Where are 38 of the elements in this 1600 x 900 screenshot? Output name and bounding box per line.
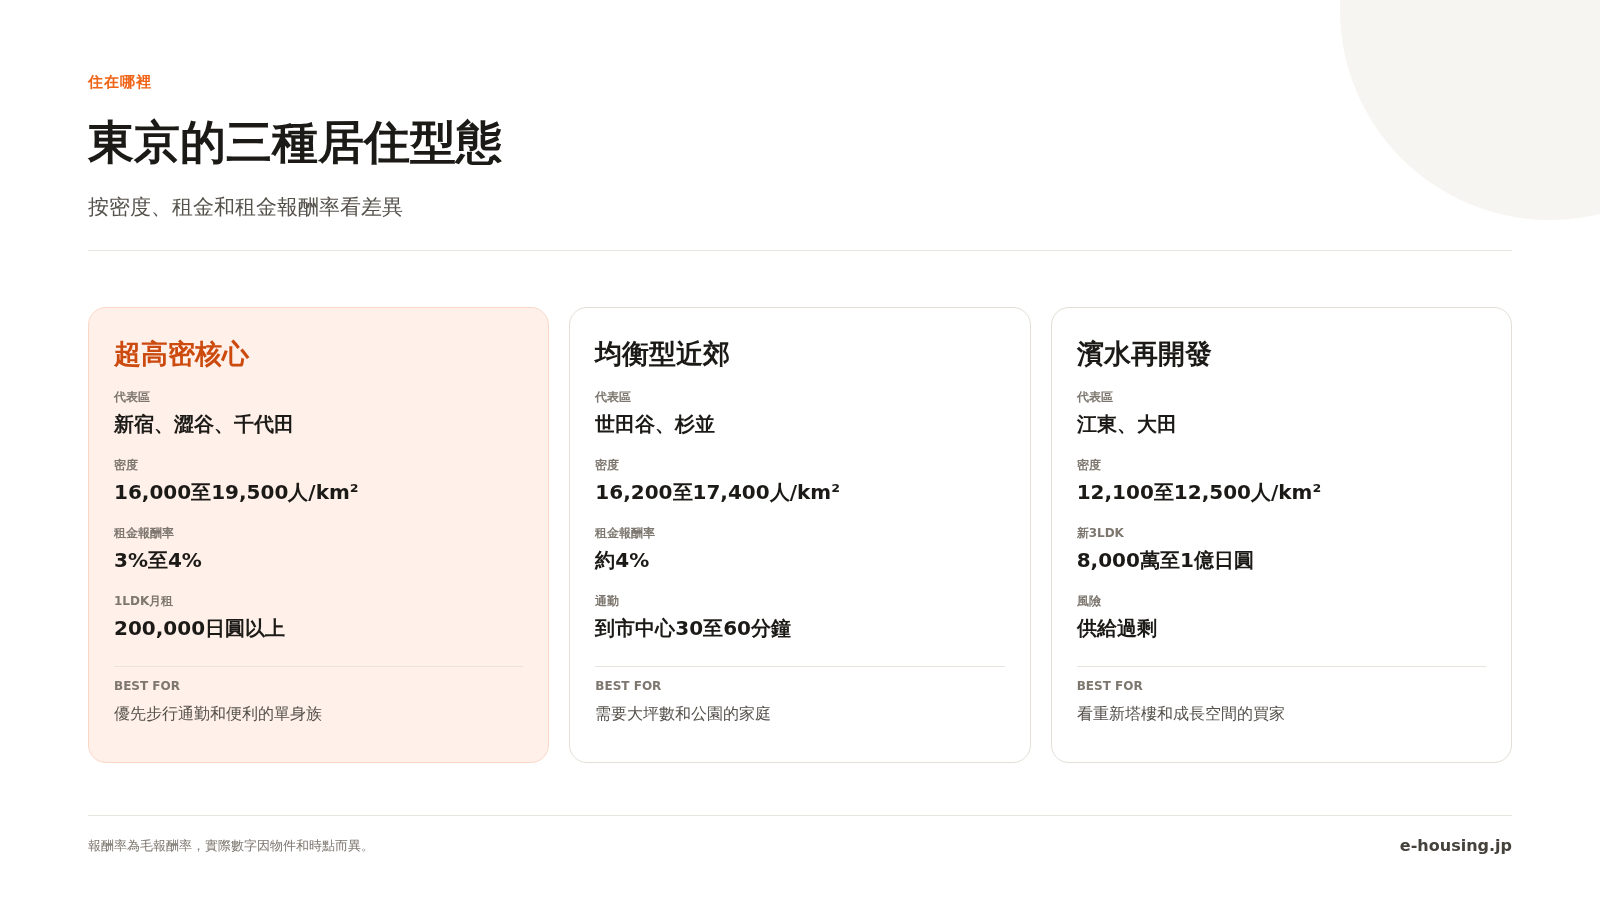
fact-label: 代表區: [114, 389, 150, 406]
best-for-label: BEST FOR: [595, 678, 662, 695]
fact-label: 風險: [1076, 593, 1101, 610]
fact-value: 江東、大田: [1076, 411, 1177, 438]
fact-value: 200,000日圓以上: [114, 615, 286, 642]
footnote: 報酬率為毛報酬率，實際數字因物件和時點而異。: [88, 836, 374, 855]
card-title: 均衡型近郊: [595, 337, 731, 371]
fact-value: 16,000至19,500人/km²: [114, 479, 359, 506]
site-name: e-housing.jp: [1399, 836, 1512, 855]
fact-label: 租金報酬率: [114, 525, 174, 542]
fact-label: 租金報酬率: [595, 525, 656, 542]
best-for-label: BEST FOR: [114, 678, 180, 695]
fact-label: 1LDK月租: [114, 593, 174, 610]
fact-label: 代表區: [1076, 389, 1113, 406]
best-for-text: 優先步行通勤和便利的單身族: [114, 703, 322, 725]
fact-value: 8,000萬至1億日圓: [1076, 547, 1254, 574]
eyebrow-label: 住在哪裡: [88, 72, 153, 93]
card-title: 濱水再開發: [1076, 337, 1212, 371]
page-title: 東京的三種居住型態: [88, 114, 502, 171]
fact-label: 通勤: [595, 593, 620, 610]
fact-value: 約4%: [595, 547, 650, 574]
best-for-text: 需要大坪數和公園的家庭: [595, 703, 772, 725]
fact-value: 12,100至12,500人/km²: [1076, 479, 1322, 506]
card-title: 超高密核心: [114, 337, 249, 371]
fact-value: 16,200至17,400人/km²: [595, 479, 840, 506]
best-for-text: 看重新塔樓和成長空間的買家: [1076, 703, 1285, 725]
fact-label: 代表區: [595, 389, 632, 406]
fact-value: 供給過剩: [1076, 615, 1157, 642]
fact-label: 密度: [114, 457, 138, 474]
fact-value: 新宿、澀谷、千代田: [114, 411, 294, 438]
page-subtitle: 按密度、租金和租金報酬率看差異: [88, 194, 403, 221]
fact-value: 3%至4%: [114, 547, 202, 574]
fact-label: 新3LDK: [1076, 525, 1124, 542]
fact-value: 世田谷、杉並: [595, 411, 716, 438]
fact-value: 到市中心30至60分鐘: [595, 615, 791, 642]
fact-label: 密度: [1076, 457, 1101, 474]
fact-label: 密度: [595, 457, 620, 474]
best-for-label: BEST FOR: [1076, 678, 1143, 695]
